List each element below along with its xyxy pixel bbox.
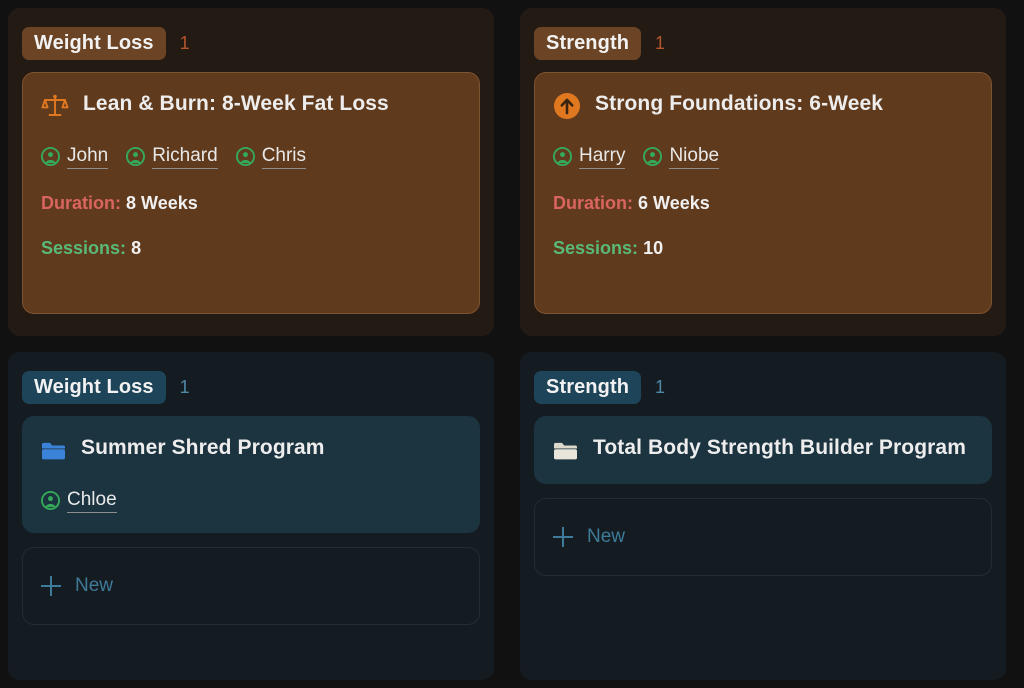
- meta-value-duration: 8: [126, 192, 137, 213]
- meta-value-sessions: 8: [131, 238, 142, 259]
- folder-icon: [41, 438, 67, 464]
- board-column-weight-loss-cool: Weight Loss 1 Summer Shred Program Chloe…: [0, 344, 512, 688]
- meta-unit-duration: Weeks: [653, 192, 710, 213]
- scales-icon: [41, 92, 69, 120]
- meta-label-duration: Duration:: [41, 192, 121, 213]
- board-row-bottom: Weight Loss 1 Summer Shred Program Chloe…: [0, 344, 1024, 688]
- meta-label-sessions: Sessions:: [553, 238, 639, 259]
- assignee-name: Richard: [152, 145, 218, 169]
- assignee-name: John: [67, 145, 109, 169]
- new-card-label: New: [75, 574, 114, 596]
- meta-unit-duration: Weeks: [141, 192, 198, 213]
- folder-icon: [553, 438, 579, 464]
- assignee[interactable]: Richard: [126, 145, 218, 169]
- card-title: Strong Foundations: 6-Week: [595, 92, 884, 115]
- assignee[interactable]: John: [41, 145, 109, 169]
- avatar-icon: [235, 147, 255, 167]
- meta-value-duration: 6: [638, 192, 649, 213]
- assignee-name: Chris: [261, 145, 307, 169]
- program-card[interactable]: Strong Foundations: 6-Week Harry Niobe D…: [534, 72, 992, 314]
- plus-icon: [41, 575, 61, 596]
- card-meta-sessions: Sessions: 10: [553, 238, 973, 260]
- program-card[interactable]: Summer Shred Program Chloe: [22, 416, 480, 533]
- meta-label-sessions: Sessions:: [41, 238, 127, 259]
- avatar-icon: [553, 147, 572, 167]
- card-meta-sessions: Sessions: 8: [41, 238, 461, 260]
- assignee[interactable]: Chris: [235, 145, 307, 169]
- card-meta-duration: Duration: 6 Weeks: [553, 193, 973, 215]
- group-header: Weight Loss 1: [22, 370, 480, 404]
- card-title-row: Lean & Burn: 8-Week Fat Loss: [41, 90, 461, 120]
- card-title-row: Summer Shred Program: [41, 434, 461, 464]
- new-card-label: New: [587, 526, 626, 547]
- card-assignees: Harry Niobe: [553, 145, 973, 169]
- arrow-up-circle-icon: [553, 92, 581, 120]
- assignee[interactable]: Niobe: [643, 145, 720, 169]
- card-title-row: Strong Foundations: 6-Week: [553, 90, 973, 120]
- avatar-icon: [126, 147, 146, 167]
- group-header: Weight Loss 1: [22, 26, 480, 60]
- group-count: 1: [655, 32, 666, 53]
- board-row-top: Weight Loss 1 Lean & Burn: 8-Week Fat Lo…: [0, 0, 1024, 344]
- avatar-icon: [41, 147, 60, 167]
- card-assignees: Chloe: [41, 489, 461, 513]
- card-title: Summer Shred Program: [81, 436, 325, 459]
- group-badge-strength[interactable]: Strength: [534, 26, 642, 60]
- group-count: 1: [179, 376, 190, 397]
- group-panel: Strength 1 Strong Foundations: 6-Week Ha…: [520, 8, 1006, 336]
- new-card-button[interactable]: New: [22, 546, 480, 625]
- new-card-button[interactable]: New: [534, 498, 992, 576]
- board-column-strength-cool: Strength 1 Total Body Strength Builder P…: [512, 344, 1024, 688]
- board-column-weight-loss-warm: Weight Loss 1 Lean & Burn: 8-Week Fat Lo…: [0, 0, 512, 344]
- group-header: Strength 1: [534, 26, 992, 60]
- program-card[interactable]: Total Body Strength Builder Program: [534, 416, 992, 484]
- assignee[interactable]: Chloe: [41, 489, 117, 513]
- avatar-icon: [41, 491, 60, 511]
- group-badge-strength[interactable]: Strength: [534, 370, 642, 404]
- meta-label-duration: Duration:: [553, 192, 633, 213]
- card-title: Total Body Strength Builder Program: [593, 436, 966, 459]
- plus-icon: [553, 527, 573, 547]
- card-meta-duration: Duration: 8 Weeks: [41, 193, 461, 215]
- program-card[interactable]: Lean & Burn: 8-Week Fat Loss John Richar…: [22, 72, 480, 314]
- group-panel: Weight Loss 1 Lean & Burn: 8-Week Fat Lo…: [8, 8, 494, 336]
- card-assignees: John Richard Chris: [41, 145, 461, 169]
- group-header: Strength 1: [534, 370, 992, 404]
- group-panel: Weight Loss 1 Summer Shred Program Chloe…: [8, 352, 494, 680]
- board-column-strength-warm: Strength 1 Strong Foundations: 6-Week Ha…: [512, 0, 1024, 344]
- avatar-icon: [643, 147, 663, 167]
- assignee-name: Chloe: [67, 489, 117, 513]
- card-title-row: Total Body Strength Builder Program: [553, 434, 973, 464]
- meta-value-sessions: 10: [643, 238, 664, 259]
- group-badge-weight-loss[interactable]: Weight Loss: [22, 26, 166, 60]
- kanban-board: Weight Loss 1 Lean & Burn: 8-Week Fat Lo…: [0, 0, 1024, 688]
- group-panel: Strength 1 Total Body Strength Builder P…: [520, 352, 1006, 680]
- assignee-name: Harry: [579, 145, 626, 169]
- group-count: 1: [179, 32, 190, 53]
- group-count: 1: [655, 376, 666, 397]
- assignee[interactable]: Harry: [553, 145, 626, 169]
- group-badge-weight-loss[interactable]: Weight Loss: [22, 370, 166, 404]
- assignee-name: Niobe: [669, 145, 720, 169]
- card-title: Lean & Burn: 8-Week Fat Loss: [83, 92, 389, 115]
